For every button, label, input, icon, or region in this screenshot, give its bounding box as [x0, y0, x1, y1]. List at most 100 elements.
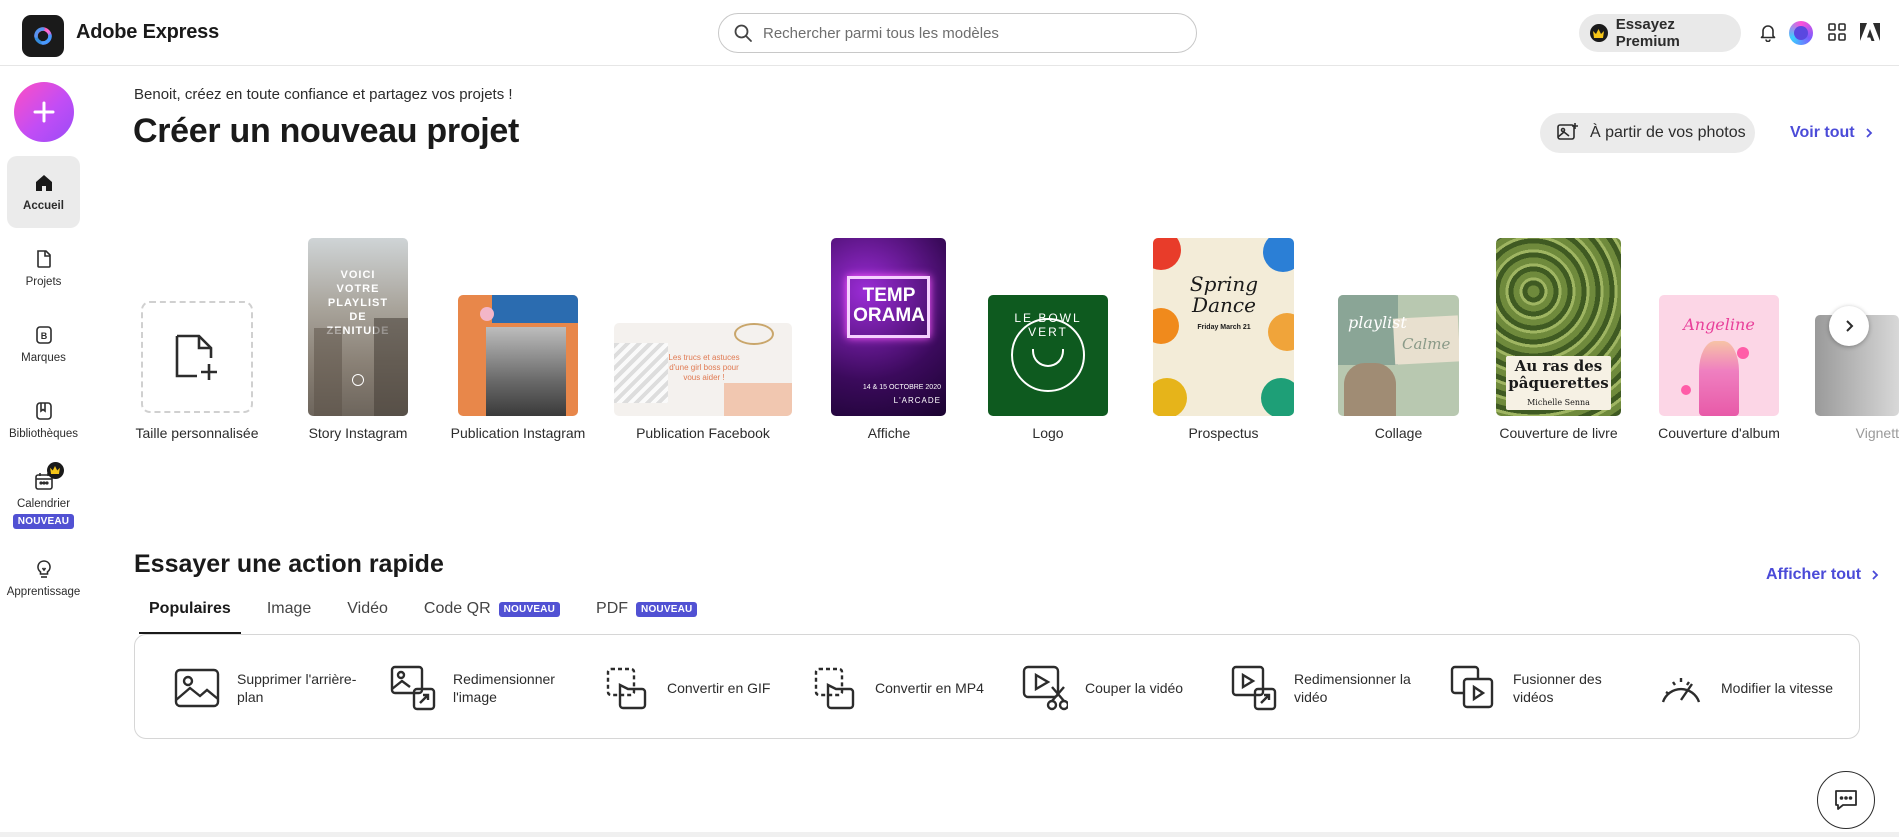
app-title: Adobe Express — [76, 21, 220, 43]
from-photos-label: À partir de vos photos — [1590, 124, 1746, 141]
quick-actions-title: Essayer une action rapide — [134, 550, 444, 578]
action-change-speed[interactable]: Modifier la vitesse — [1657, 635, 1841, 740]
template-label: Publication Facebook — [636, 425, 770, 441]
template-label: Publication Instagram — [450, 425, 586, 441]
logo-thumb: LE BOWL VERT — [988, 295, 1108, 416]
photo-icon — [1557, 123, 1578, 140]
see-all-link[interactable]: Voir tout — [1790, 124, 1875, 142]
quick-actions-panel: Supprimer l'arrière-plan Redimensionner … — [134, 634, 1860, 739]
tab-qr-code[interactable]: Code QR NOUVEAU — [424, 596, 561, 634]
premium-button[interactable]: Essayez Premium — [1579, 14, 1741, 52]
remove-background-icon — [173, 664, 221, 712]
template-label: Vignett — [1855, 425, 1899, 441]
new-file-icon — [175, 334, 217, 380]
template-label: Collage — [1374, 425, 1423, 441]
chat-icon — [1835, 790, 1857, 810]
plus-icon — [33, 101, 55, 123]
svg-text:B: B — [40, 331, 47, 341]
sidebar-item-calendar[interactable]: Calendrier NOUVEAU — [7, 454, 80, 544]
convert-gif-icon — [603, 664, 651, 712]
projects-icon — [33, 248, 55, 270]
flyer-thumb: Spring Dance Friday March 21 — [1153, 238, 1294, 416]
instagram-story-thumb: VOICI VOTRE PLAYLIST DE ZENITUDE — [308, 238, 408, 416]
home-icon — [33, 172, 55, 194]
show-all-link[interactable]: Afficher tout — [1766, 566, 1881, 584]
sidebar-item-learning[interactable]: Apprentissage — [7, 542, 80, 614]
template-label: Logo — [1032, 425, 1064, 441]
tab-popular[interactable]: Populaires — [139, 596, 241, 634]
adobe-express-logo-icon — [34, 27, 52, 45]
tab-video[interactable]: Vidéo — [347, 596, 388, 634]
crown-icon — [1590, 24, 1608, 42]
template-label: Couverture d'album — [1658, 425, 1780, 441]
convert-mp4-icon — [811, 664, 859, 712]
custom-size-thumb — [141, 301, 253, 413]
page-title: Créer un nouveau projet — [133, 112, 520, 150]
speed-icon — [1657, 664, 1705, 712]
library-icon — [33, 400, 55, 422]
calendar-icon — [33, 461, 64, 492]
tab-pdf[interactable]: PDF NOUVEAU — [596, 596, 698, 634]
premium-crown-icon — [46, 461, 64, 479]
trim-video-icon — [1021, 664, 1069, 712]
avatar[interactable] — [1789, 21, 1813, 45]
template-label: Story Instagram — [308, 425, 408, 441]
template-label: Couverture de livre — [1499, 425, 1618, 441]
bottom-strip — [0, 832, 1899, 837]
sidebar-item-libraries[interactable]: Bibliothèques — [7, 384, 80, 456]
sidebar-item-label: Projets — [25, 276, 62, 288]
collage-thumb: playlist Calme — [1338, 295, 1459, 416]
search-bar[interactable] — [718, 13, 1197, 53]
action-resize-video[interactable]: Redimensionner la vidéo — [1230, 635, 1414, 740]
template-label: Prospectus — [1188, 425, 1259, 441]
apps-grid-icon[interactable] — [1825, 20, 1849, 44]
merge-videos-icon — [1449, 664, 1497, 712]
sidebar: Accueil Projets B Marques Bibliothèques … — [0, 66, 88, 837]
chat-support-button[interactable] — [1817, 771, 1875, 829]
premium-label: Essayez Premium — [1615, 16, 1680, 50]
chevron-right-icon — [1846, 320, 1854, 332]
action-convert-gif[interactable]: Convertir en GIF — [603, 635, 787, 740]
play-icon — [352, 374, 364, 386]
sidebar-item-label: Marques — [21, 352, 66, 364]
create-new-button[interactable] — [14, 82, 74, 142]
action-convert-mp4[interactable]: Convertir en MP4 — [811, 635, 995, 740]
new-badge: NOUVEAU — [498, 602, 561, 617]
sidebar-item-brands[interactable]: B Marques — [7, 308, 80, 380]
new-badge: NOUVEAU — [636, 602, 698, 617]
search-input[interactable] — [763, 24, 1163, 42]
book-cover-thumb: Au ras des pâquerettes Michelle Senna — [1496, 238, 1621, 416]
from-photos-button[interactable]: À partir de vos photos — [1540, 113, 1755, 153]
album-cover-thumb: Angeline — [1659, 295, 1779, 416]
chevron-right-icon — [1865, 128, 1872, 138]
search-icon — [734, 24, 752, 42]
greeting-text: Benoit, créez en toute confiance et part… — [134, 86, 513, 103]
sidebar-item-label: Calendrier — [16, 497, 71, 510]
resize-image-icon — [389, 664, 437, 712]
notifications-bell-icon[interactable] — [1756, 20, 1780, 44]
chevron-right-icon — [1872, 570, 1879, 580]
adobe-express-logo[interactable] — [22, 15, 64, 57]
brand-icon: B — [33, 324, 55, 346]
quick-actions-tabs: Populaires Image Vidéo Code QR NOUVEAU PD… — [134, 596, 733, 634]
sidebar-item-label: Bibliothèques — [8, 428, 79, 440]
facebook-post-thumb: Les trucs et astuces d'une girl boss pou… — [614, 323, 792, 416]
action-trim-video[interactable]: Couper la vidéo — [1021, 635, 1205, 740]
poster-thumb: TEMP ORAMA 14 & 15 OCTOBRE 2020 L'ARCADE — [831, 238, 946, 416]
adobe-logo-icon[interactable] — [1858, 20, 1882, 44]
template-label: Taille personnalisée — [135, 425, 259, 441]
resize-video-icon — [1230, 664, 1278, 712]
top-bar: Adobe Express Essayez Premium — [0, 0, 1899, 66]
action-merge-videos[interactable]: Fusionner des vidéos — [1449, 635, 1633, 740]
sidebar-item-label: Apprentissage — [6, 586, 81, 598]
instagram-post-thumb — [458, 295, 578, 416]
carousel-next-button[interactable] — [1829, 306, 1869, 346]
new-badge: NOUVEAU — [12, 513, 75, 529]
tab-image[interactable]: Image — [267, 596, 311, 634]
sidebar-item-label: Accueil — [23, 200, 64, 212]
action-remove-background[interactable]: Supprimer l'arrière-plan — [173, 635, 357, 740]
action-resize-image[interactable]: Redimensionner l'image — [389, 635, 573, 740]
sidebar-item-projects[interactable]: Projets — [7, 232, 80, 304]
sidebar-item-home[interactable]: Accueil — [7, 156, 80, 228]
lightbulb-icon — [33, 558, 55, 580]
